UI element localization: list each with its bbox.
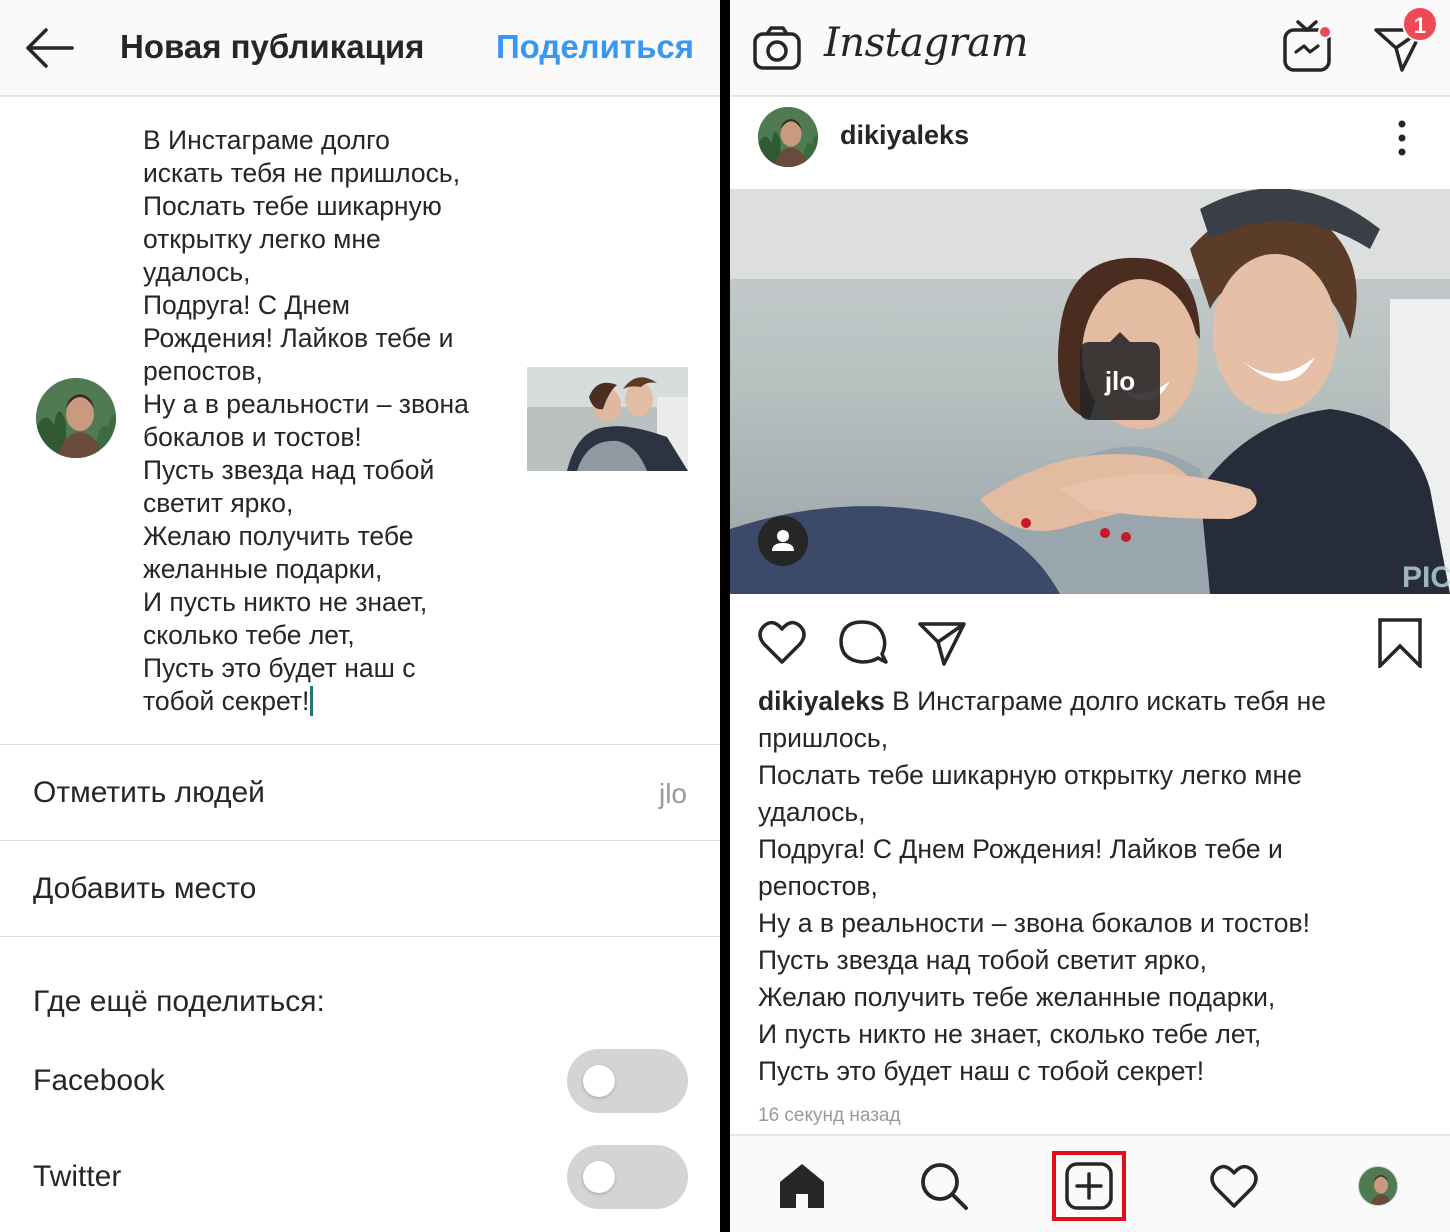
post-avatar[interactable] xyxy=(758,107,818,167)
toggle-knob xyxy=(583,1065,615,1097)
new-post-screen: Новая публикация Поделиться В Инстаграме… xyxy=(0,0,720,1232)
instagram-logo: Instagram xyxy=(824,20,1029,66)
tagged-people-indicator[interactable] xyxy=(758,516,808,566)
igtv-icon[interactable] xyxy=(1282,18,1332,74)
person-icon xyxy=(772,530,794,551)
photo-tag-label: jlo xyxy=(1104,366,1136,396)
share-icon[interactable] xyxy=(916,616,968,668)
comment-icon[interactable] xyxy=(836,616,888,668)
heart-icon[interactable] xyxy=(756,616,808,668)
facebook-toggle[interactable] xyxy=(567,1049,688,1113)
share-button[interactable]: Поделиться xyxy=(496,28,694,66)
new-post-header: Новая публикация Поделиться xyxy=(0,0,720,97)
camera-icon[interactable] xyxy=(752,24,802,72)
avatar xyxy=(36,378,116,458)
share-elsewhere-title: Где ещё поделиться: xyxy=(33,985,325,1018)
page-title: Новая публикация xyxy=(120,28,425,65)
notification-badge: 1 xyxy=(1402,6,1438,42)
more-options-icon[interactable] xyxy=(1392,118,1412,158)
caption-username[interactable]: dikiyaleks xyxy=(758,686,885,716)
home-icon[interactable] xyxy=(776,1160,828,1212)
caption-body: В Инстаграме долго искать тебя не пришло… xyxy=(758,686,1326,1086)
arrow-left-icon[interactable] xyxy=(22,26,74,70)
search-icon[interactable] xyxy=(918,1160,970,1212)
activity-heart-icon[interactable] xyxy=(1208,1160,1260,1212)
caption-input[interactable]: В Инстаграме долго искать тебя не пришло… xyxy=(143,124,503,718)
post-header: dikiyaleks xyxy=(730,98,1450,188)
post-caption: dikiyaleks В Инстаграме долго искать теб… xyxy=(758,683,1398,1090)
feed-topbar: Instagram 1 xyxy=(730,0,1450,97)
screen-divider xyxy=(720,0,730,1232)
watermark-text: PIC xyxy=(1402,561,1450,594)
tagged-user-value: jlo xyxy=(658,778,687,809)
add-location-row[interactable]: Добавить место xyxy=(0,841,720,936)
post-actions xyxy=(730,600,1450,680)
feed-screen: Instagram 1 dikiyaleks PIC jlo dikiyalek… xyxy=(730,0,1450,1232)
post-timestamp: 16 секунд назад xyxy=(758,1105,901,1126)
bookmark-icon[interactable] xyxy=(1374,616,1426,668)
text-cursor xyxy=(310,686,314,716)
toggle-knob xyxy=(583,1161,615,1193)
twitter-label: Twitter xyxy=(33,1160,122,1193)
divider xyxy=(0,936,720,937)
twitter-toggle[interactable] xyxy=(567,1145,688,1209)
tag-people-row[interactable]: Отметить людей jlo xyxy=(0,745,720,840)
photo-thumbnail[interactable] xyxy=(527,367,688,471)
new-post-highlight xyxy=(1052,1151,1126,1221)
facebook-label: Facebook xyxy=(33,1064,165,1097)
compose-area: В Инстаграме долго искать тебя не пришло… xyxy=(0,98,720,744)
add-location-label: Добавить место xyxy=(33,872,257,905)
profile-avatar[interactable] xyxy=(1358,1166,1398,1206)
caption-text: В Инстаграме долго искать тебя не пришло… xyxy=(143,125,469,716)
post-username[interactable]: dikiyaleks xyxy=(840,120,969,151)
tag-people-label: Отметить людей xyxy=(33,776,265,809)
bottom-navigation xyxy=(730,1134,1450,1232)
